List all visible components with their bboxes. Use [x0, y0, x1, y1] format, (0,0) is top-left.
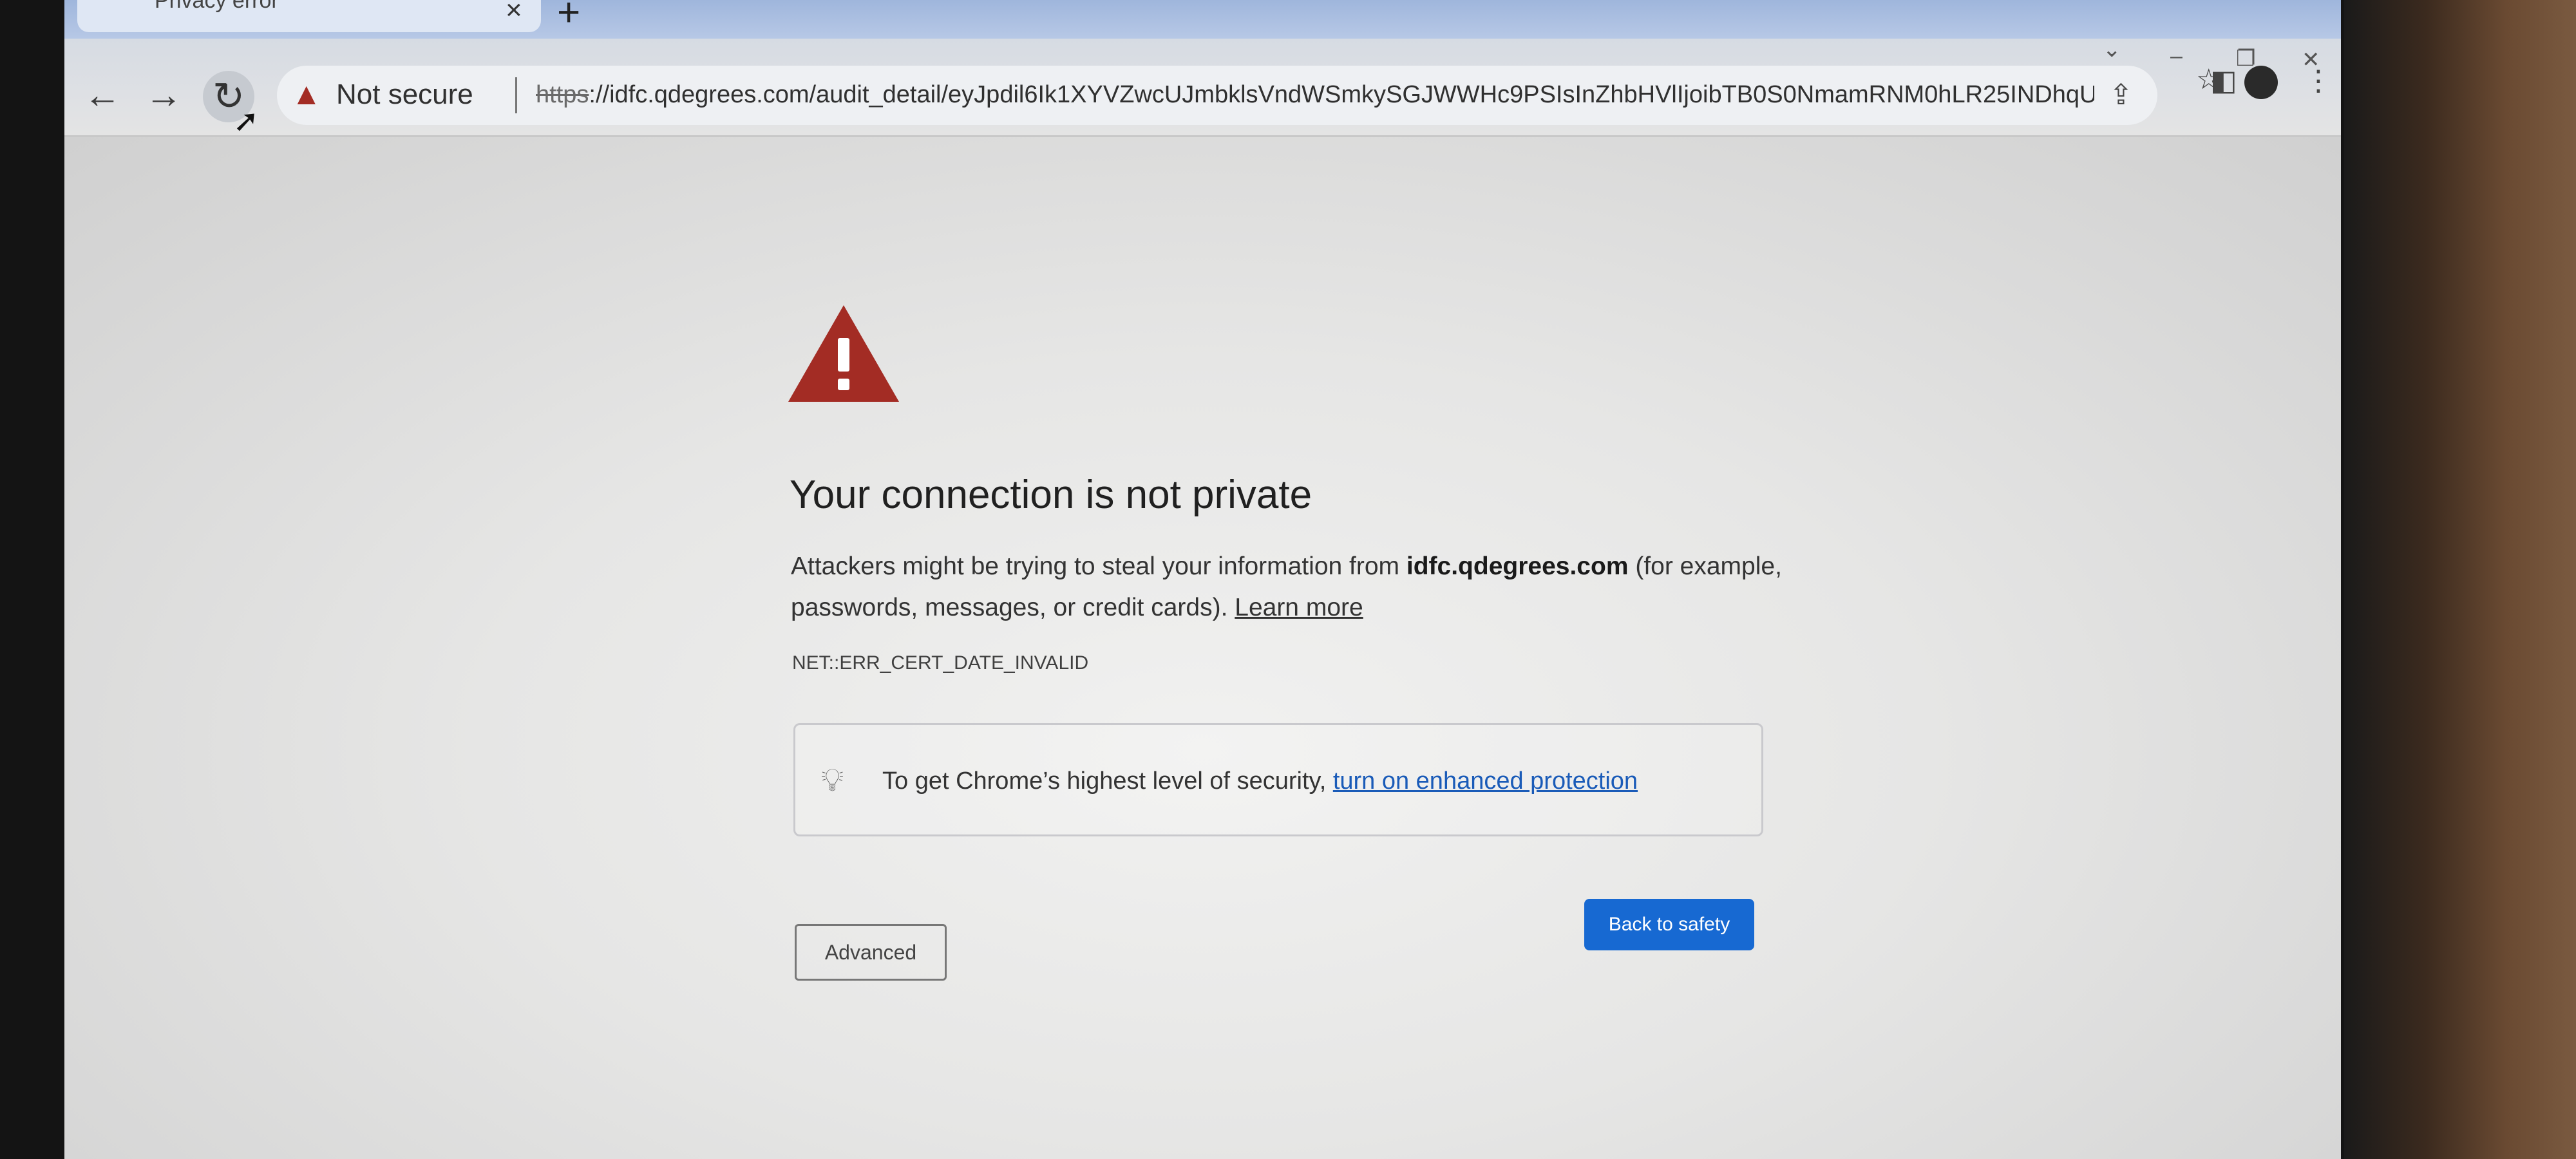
enhanced-protection-box: 💡︎ To get Chrome’s highest level of secu… [793, 723, 1763, 836]
error-code[interactable]: NET::ERR_CERT_DATE_INVALID [792, 652, 1088, 674]
warning-description: Attackers might be trying to steal your … [791, 546, 1834, 628]
enhanced-protection-link[interactable]: turn on enhanced protection [1333, 768, 1638, 795]
browser-toolbar: ← → ↻ ➚ ▲ Not secure https://idfc.qdegre… [64, 39, 2341, 138]
desc-prefix: Attackers might be trying to steal your … [791, 552, 1406, 580]
tab-strip: Privacy error × + [64, 0, 2341, 39]
url-scheme: https [536, 81, 589, 108]
browser-window: Privacy error × + ← → ↻ ➚ ▲ Not secure h… [64, 0, 2341, 1159]
site-domain: idfc.qdegrees.com [1406, 552, 1629, 580]
advanced-button[interactable]: Advanced [795, 924, 947, 981]
address-bar[interactable]: ▲ Not secure https://idfc.qdegrees.com/a… [277, 66, 2157, 125]
share-icon[interactable]: ⇪ [2109, 81, 2133, 109]
forward-arrow-icon[interactable]: → [145, 76, 182, 115]
omnibox-separator [515, 77, 517, 113]
not-secure-label[interactable]: Not secure [336, 79, 473, 111]
tab-search-chevron-icon[interactable]: ⌄ [2103, 39, 2121, 61]
monitor-bezel [2344, 0, 2576, 1159]
lightbulb-icon: 💡︎ [821, 762, 844, 798]
interstitial-page: Your connection is not private Attackers… [64, 137, 2341, 1159]
tab-privacy-error[interactable]: Privacy error × [77, 0, 541, 32]
close-window-icon[interactable]: ✕ [2302, 49, 2320, 71]
back-arrow-icon[interactable]: ← [84, 76, 121, 115]
new-tab-icon[interactable]: + [557, 0, 580, 33]
enhanced-text: To get Chrome’s highest level of securit… [882, 768, 1333, 795]
enhanced-protection-text: To get Chrome’s highest level of securit… [882, 768, 1638, 795]
url-text[interactable]: https://idfc.qdegrees.com/audit_detail/e… [536, 81, 2094, 109]
restore-icon[interactable]: ❐ [2236, 48, 2255, 70]
tab-title: Privacy error [155, 0, 279, 13]
minimize-icon[interactable]: – [2170, 45, 2183, 67]
learn-more-link[interactable]: Learn more [1235, 594, 1363, 621]
page-title: Your connection is not private [790, 473, 1312, 517]
url-path: ://idfc.qdegrees.com/audit_detail/eyJpdi… [589, 81, 2094, 108]
warning-triangle-icon [788, 305, 899, 402]
tab-close-icon[interactable]: × [506, 0, 522, 24]
mouse-cursor-icon: ➚ [233, 104, 260, 138]
side-panel-icon[interactable]: ◧ [2210, 67, 2237, 95]
back-to-safety-button[interactable]: Back to safety [1584, 899, 1754, 950]
warning-triangle-icon[interactable]: ▲ [291, 77, 322, 112]
